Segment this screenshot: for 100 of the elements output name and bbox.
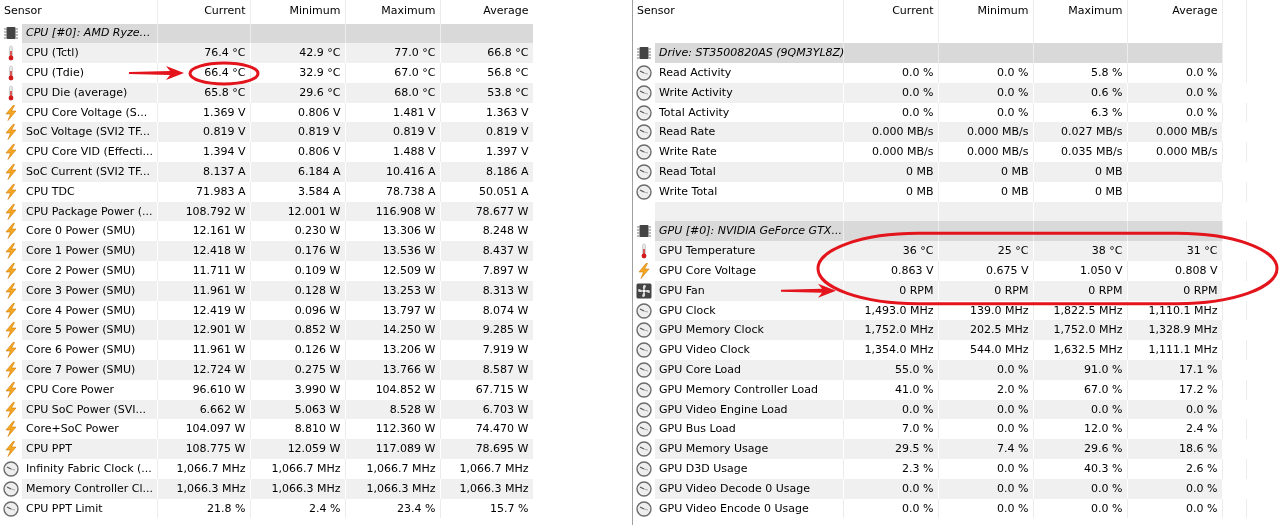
section-title[interactable]: GPU [#0]: NVIDIA GeForce GTX...: [655, 221, 843, 242]
column-header[interactable]: Current: [843, 0, 938, 24]
column-header[interactable]: Minimum: [938, 0, 1033, 24]
sensor-name[interactable]: CPU SoC Power (SVI...: [22, 399, 157, 420]
sensor-name[interactable]: CPU TDC: [22, 181, 157, 202]
table-cell: 2.4 %: [250, 498, 345, 519]
gauge-icon: [636, 65, 652, 81]
table-cell: 13.766 W: [345, 360, 440, 380]
sensor-name[interactable]: GPU Memory Usage: [655, 439, 843, 460]
column-header[interactable]: Sensor: [633, 0, 843, 24]
table-cell: 40.3 %: [1033, 459, 1127, 479]
column-header[interactable]: Average: [440, 0, 533, 24]
sensor-name[interactable]: GPU Memory Controller Load: [655, 379, 843, 400]
table-cell: 0.275 W: [250, 360, 345, 380]
chip-icon: [636, 223, 652, 240]
lightning-icon: [3, 441, 19, 458]
table-cell: 3.990 W: [250, 379, 345, 400]
sensor-name[interactable]: Read Rate: [655, 122, 843, 143]
section-title[interactable]: CPU [#0]: AMD Ryze…: [22, 23, 157, 44]
chip-icon: [636, 45, 652, 62]
sensor-name[interactable]: Core 5 Power (SMU): [22, 320, 157, 341]
table-cell: 55.0 %: [843, 360, 938, 380]
gauge-icon: [3, 460, 19, 477]
table-cell: 56.8 °C: [440, 63, 533, 83]
sensor-name[interactable]: GPU Core Load: [655, 360, 843, 380]
sensor-name[interactable]: GPU Temperature: [655, 241, 843, 262]
sensor-name[interactable]: GPU Fan: [655, 280, 843, 301]
column-header[interactable]: Maximum: [345, 0, 440, 24]
table-cell: 8.587 W: [440, 360, 533, 380]
table-cell: 96.610 W: [157, 379, 250, 400]
table-cell: 1,066.7 MHz: [250, 459, 345, 479]
table-cell: 5.063 W: [250, 399, 345, 420]
sensor-name[interactable]: Memory Controller Cl...: [22, 478, 157, 499]
table-cell: 0.176 W: [250, 241, 345, 262]
gauge-icon: [636, 84, 652, 101]
table-cell: 65.8 °C: [157, 82, 250, 103]
table-cell: 77.0 °C: [345, 43, 440, 64]
table-cell: 0.027 MB/s: [1033, 122, 1127, 143]
column-header[interactable]: Minimum: [250, 0, 345, 24]
lightning-icon: [3, 262, 19, 279]
sensor-name[interactable]: Write Total: [655, 181, 843, 202]
gauge-icon: [636, 480, 652, 497]
sensor-name[interactable]: CPU (Tctl): [22, 43, 157, 64]
gauge-icon: [636, 460, 652, 477]
gauge-icon: [636, 144, 652, 161]
table-cell: 0.0 %: [1127, 478, 1222, 499]
section-title[interactable]: Drive: ST3500820AS (9QM3YL8Z): [655, 43, 843, 64]
sensor-name[interactable]: SoC Voltage (SVI2 TF...: [22, 122, 157, 143]
sensor-name[interactable]: CPU PPT Limit: [22, 498, 157, 519]
sensor-name[interactable]: Read Total: [655, 162, 843, 182]
fan-icon: [636, 282, 652, 299]
table-cell: 2.0 %: [938, 379, 1033, 400]
table-cell: 14.250 W: [345, 320, 440, 341]
table-cell: 7.897 W: [440, 261, 533, 281]
sensor-name[interactable]: Write Activity: [655, 82, 843, 103]
sensor-name[interactable]: Core 3 Power (SMU): [22, 280, 157, 301]
table-cell: 12.059 W: [250, 439, 345, 460]
table-cell: 0 MB: [1033, 162, 1127, 182]
table-cell: 0.000 MB/s: [1127, 122, 1222, 143]
table-cell: 117.089 W: [345, 439, 440, 460]
sensor-name[interactable]: CPU Package Power (...: [22, 201, 157, 222]
sensor-name[interactable]: GPU D3D Usage: [655, 459, 843, 479]
sensor-name[interactable]: CPU PPT: [22, 439, 157, 460]
table-cell: 0.128 W: [250, 280, 345, 301]
gauge-icon: [636, 302, 652, 319]
gauge-icon: [636, 401, 652, 418]
table-cell: 1,066.3 MHz: [345, 478, 440, 499]
lightning-icon: [3, 203, 19, 220]
sensor-name[interactable]: Core 1 Power (SMU): [22, 241, 157, 262]
sensor-name[interactable]: GPU Video Decode 0 Usage: [655, 478, 843, 499]
sensor-name[interactable]: SoC Current (SVI2 TF...: [22, 162, 157, 182]
table-cell: 0.863 V: [843, 261, 938, 281]
sensor-name[interactable]: CPU Core Power: [22, 379, 157, 400]
sensor-name[interactable]: CPU Die (average): [22, 82, 157, 103]
lightning-icon: [3, 223, 19, 240]
sensor-name[interactable]: Read Activity: [655, 63, 843, 83]
lightning-icon: [3, 163, 19, 180]
table-cell: 9.285 W: [440, 320, 533, 341]
sensor-name[interactable]: GPU Core Voltage: [655, 261, 843, 281]
gauge-icon: [636, 322, 652, 339]
table-cell: 0 MB: [843, 181, 938, 202]
sensor-name[interactable]: GPU Memory Clock: [655, 320, 843, 341]
table-cell: 2.6 %: [1127, 459, 1222, 479]
table-cell: 12.509 W: [345, 261, 440, 281]
sensor-name[interactable]: GPU Video Encode 0 Usage: [655, 498, 843, 519]
table-cell: 29.6 °C: [250, 82, 345, 103]
table-cell: 1,066.7 MHz: [157, 459, 250, 479]
table-cell: 0.109 W: [250, 261, 345, 281]
column-header[interactable]: Sensor: [0, 0, 157, 24]
table-cell: 15.7 %: [440, 498, 533, 519]
sensor-name[interactable]: GPU Video Engine Load: [655, 399, 843, 420]
column-header[interactable]: Current: [157, 0, 250, 24]
table-cell: 11.961 W: [157, 280, 250, 301]
table-cell: 6.184 A: [250, 162, 345, 182]
table-cell: 8.186 A: [440, 162, 533, 182]
column-header[interactable]: Average: [1127, 0, 1222, 24]
column-header[interactable]: Maximum: [1033, 0, 1127, 24]
sensor-name[interactable]: Infinity Fabric Clock (...: [22, 459, 157, 479]
sensor-name[interactable]: Core 2 Power (SMU): [22, 261, 157, 281]
sensor-name[interactable]: Core 7 Power (SMU): [22, 360, 157, 380]
